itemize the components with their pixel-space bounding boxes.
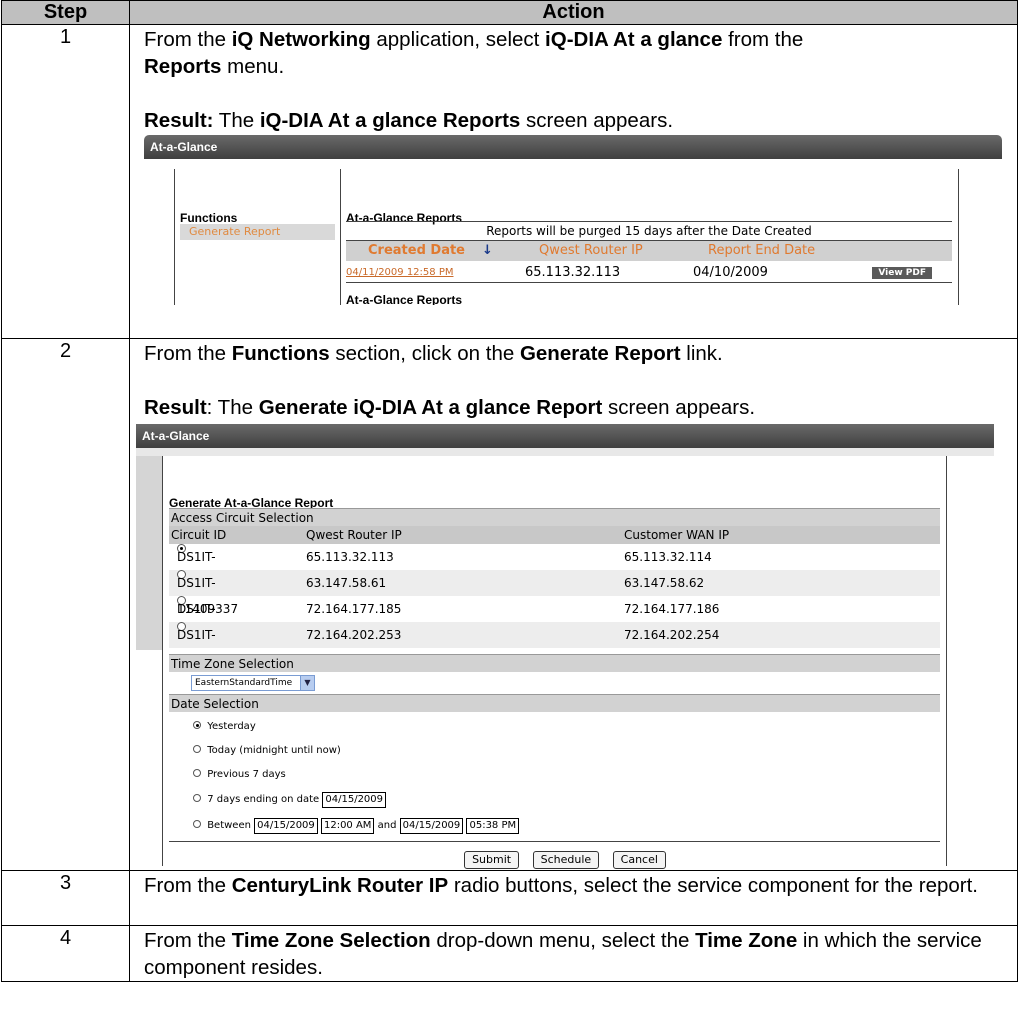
generate-report-link[interactable]: Generate Report bbox=[180, 224, 335, 240]
end-time-input[interactable]: 05:38 PM bbox=[466, 818, 520, 834]
result-text: Result: The Generate iQ-DIA At a glance … bbox=[144, 396, 756, 419]
instruction-text: From the CenturyLink Router IP radio but… bbox=[144, 874, 979, 897]
time-zone-section: Time Zone Selection bbox=[169, 654, 940, 672]
chevron-down-icon[interactable]: ▼ bbox=[300, 676, 314, 690]
report-end-date-header[interactable]: Report End Date bbox=[708, 241, 815, 261]
divider bbox=[162, 456, 163, 866]
step-action: From the CenturyLink Router IP radio but… bbox=[129, 870, 1018, 926]
action-header: Action bbox=[129, 0, 1018, 25]
view-pdf-button[interactable]: View PDF bbox=[872, 267, 932, 279]
step-number: 2 bbox=[1, 338, 130, 871]
end-date-input[interactable]: 04/15/2009 bbox=[399, 818, 464, 834]
instruction-text: From the Time Zone Selection drop-down m… bbox=[144, 929, 982, 979]
circuit-row[interactable]: DS1IT-11503336 72.164.177.185 72.164.177… bbox=[169, 596, 940, 642]
radio-icon[interactable] bbox=[193, 745, 201, 753]
step-row-1: 1 From the iQ Networking application, se… bbox=[1, 24, 1018, 339]
start-time-input[interactable]: 12:00 AM bbox=[320, 818, 375, 834]
report-end-date-cell: 04/10/2009 bbox=[693, 265, 768, 280]
step-number: 4 bbox=[1, 925, 130, 982]
date-option-between[interactable]: Between 04/15/2009 12:00 AM and 04/15/20… bbox=[193, 818, 520, 834]
created-date-header[interactable]: Created Date bbox=[368, 241, 465, 261]
step-action: From the Functions section, click on the… bbox=[129, 338, 1018, 871]
cancel-button[interactable]: Cancel bbox=[612, 851, 666, 869]
result-text: Result: The iQ-DIA At a glance Reports s… bbox=[144, 109, 674, 132]
step-row-4: 4 From the Time Zone Selection drop-down… bbox=[1, 925, 1018, 982]
at-a-glance-reports-screenshot: At-a-Glance Functions Generate Report At… bbox=[144, 135, 1002, 305]
schedule-button[interactable]: Schedule bbox=[532, 851, 600, 869]
reports-header-row: Created Date ↓ Qwest Router IP Report En… bbox=[346, 241, 952, 261]
radio-icon[interactable] bbox=[193, 794, 201, 802]
created-date-link[interactable]: 04/11/2009 12:58 PM bbox=[346, 263, 453, 283]
radio-icon[interactable] bbox=[193, 769, 201, 777]
window-title: At-a-Glance bbox=[144, 135, 1002, 159]
submit-button[interactable]: Submit bbox=[464, 851, 520, 869]
sort-down-icon[interactable]: ↓ bbox=[482, 241, 493, 261]
step-number: 1 bbox=[1, 24, 130, 339]
step-row-2: 2 From the Functions section, click on t… bbox=[1, 338, 1018, 871]
divider bbox=[169, 841, 940, 842]
router-ip-header: Qwest Router IP bbox=[306, 528, 402, 542]
circuit-id-header: Circuit ID bbox=[171, 528, 227, 542]
window-title: At-a-Glance bbox=[136, 424, 994, 448]
procedure-table: Step Action 1 From the iQ Networking app… bbox=[1, 0, 1018, 982]
customer-wan-ip-header: Customer WAN IP bbox=[624, 528, 730, 542]
radio-icon[interactable] bbox=[193, 820, 201, 828]
divider bbox=[946, 456, 947, 866]
time-zone-select[interactable]: EasternStandardTime ▼ bbox=[191, 675, 315, 691]
purge-note: Reports will be purged 15 days after the… bbox=[346, 221, 952, 241]
start-date-input[interactable]: 04/15/2009 bbox=[254, 818, 318, 834]
access-circuit-section: Access Circuit Selection bbox=[169, 508, 940, 526]
step-action: From the iQ Networking application, sele… bbox=[129, 24, 1018, 339]
date-option-today[interactable]: Today (midnight until now) bbox=[193, 744, 341, 758]
header-row: Step Action bbox=[1, 0, 1018, 25]
divider bbox=[174, 169, 175, 305]
reports-title-bottom: At-a-Glance Reports bbox=[346, 293, 463, 305]
step-action: From the Time Zone Selection drop-down m… bbox=[129, 925, 1018, 982]
report-row: 04/11/2009 12:58 PM 65.113.32.113 04/10/… bbox=[346, 263, 952, 283]
date-option-7-ending[interactable]: 7 days ending on date 04/15/2009 bbox=[193, 792, 387, 808]
router-ip-header[interactable]: Qwest Router IP bbox=[539, 241, 643, 261]
circuit-row[interactable]: DS1IT-10865648 65.113.32.113 65.113.32.1… bbox=[169, 544, 940, 590]
toolbar-band bbox=[136, 448, 994, 456]
divider bbox=[958, 169, 959, 305]
step-header: Step bbox=[1, 0, 130, 25]
instruction-text: From the Functions section, click on the… bbox=[144, 342, 723, 365]
date-option-yesterday[interactable]: Yesterday bbox=[193, 720, 256, 734]
instruction-text: From the iQ Networking application, sele… bbox=[144, 28, 804, 78]
date-option-previous-7[interactable]: Previous 7 days bbox=[193, 768, 286, 782]
circuit-header-row: Circuit ID Qwest Router IP Customer WAN … bbox=[169, 526, 940, 544]
circuit-row[interactable]: DS1IT-11543499 72.164.202.253 72.164.202… bbox=[169, 622, 940, 668]
divider bbox=[340, 169, 341, 305]
router-ip-cell: 65.113.32.113 bbox=[525, 265, 621, 280]
circuit-row[interactable]: DS1IT-11409337 63.147.58.61 63.147.58.62 bbox=[169, 570, 940, 616]
form-buttons: Submit Schedule Cancel bbox=[136, 846, 994, 870]
step-row-3: 3 From the CenturyLink Router IP radio b… bbox=[1, 870, 1018, 926]
generate-report-screenshot: At-a-Glance Generate At-a-Glance Report … bbox=[136, 424, 994, 870]
side-panel bbox=[136, 456, 162, 650]
date-selection-section: Date Selection bbox=[169, 694, 940, 712]
radio-icon[interactable] bbox=[193, 721, 201, 729]
step-number: 3 bbox=[1, 870, 130, 926]
end-date-input[interactable]: 04/15/2009 bbox=[322, 792, 387, 808]
